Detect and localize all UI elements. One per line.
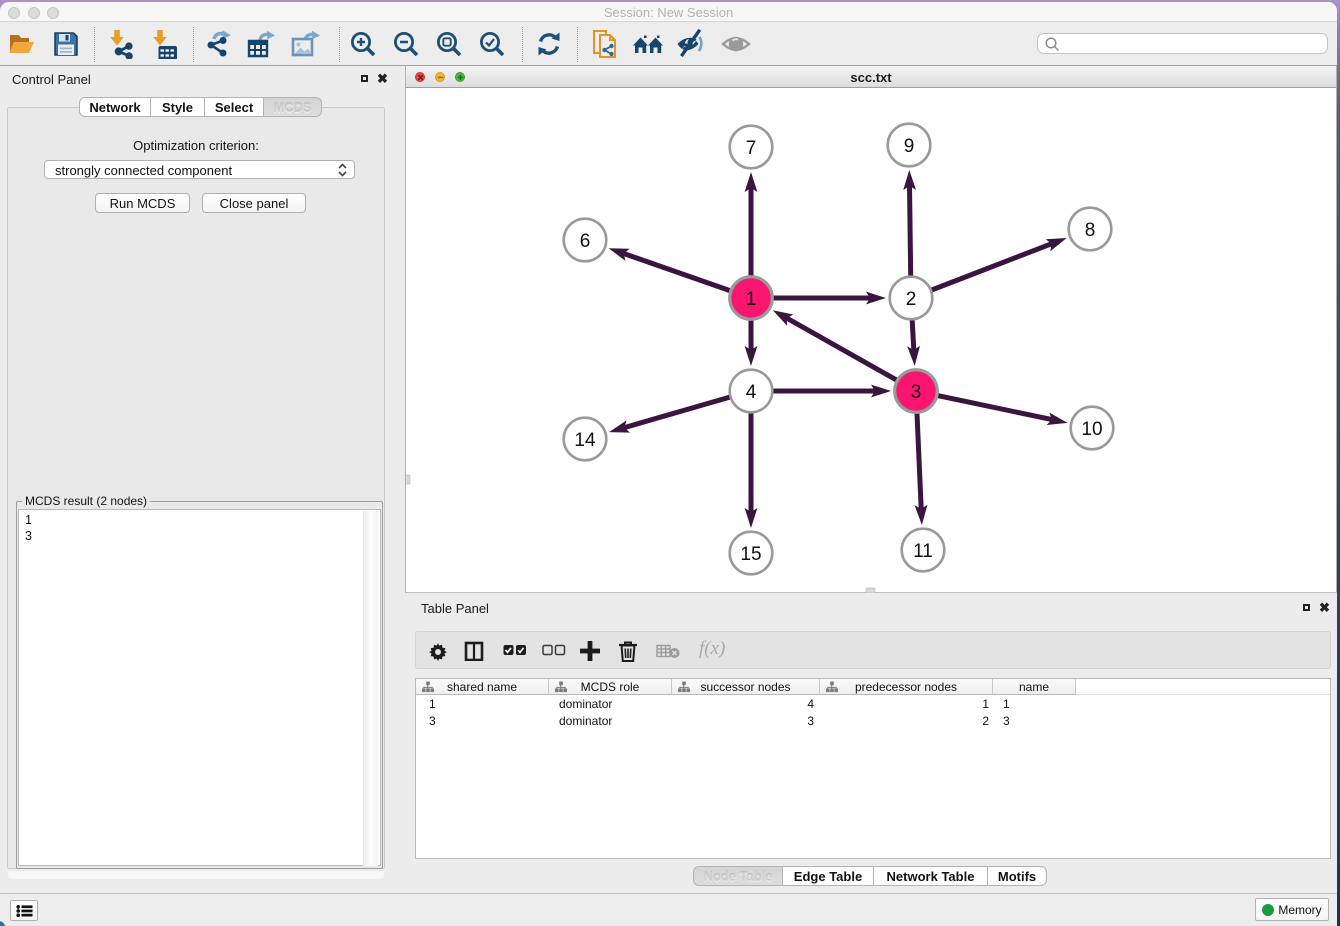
svg-text:9: 9 <box>904 136 915 157</box>
svg-text:10: 10 <box>1081 419 1102 440</box>
svg-text:8: 8 <box>1085 220 1096 241</box>
svg-text:3: 3 <box>911 382 922 403</box>
svg-text:14: 14 <box>574 430 596 451</box>
svg-text:15: 15 <box>740 544 761 565</box>
svg-text:4: 4 <box>746 382 757 403</box>
svg-text:2: 2 <box>906 289 917 310</box>
svg-text:11: 11 <box>913 541 933 562</box>
svg-text:1: 1 <box>746 289 757 310</box>
svg-text:7: 7 <box>746 138 757 159</box>
svg-text:6: 6 <box>580 231 591 252</box>
